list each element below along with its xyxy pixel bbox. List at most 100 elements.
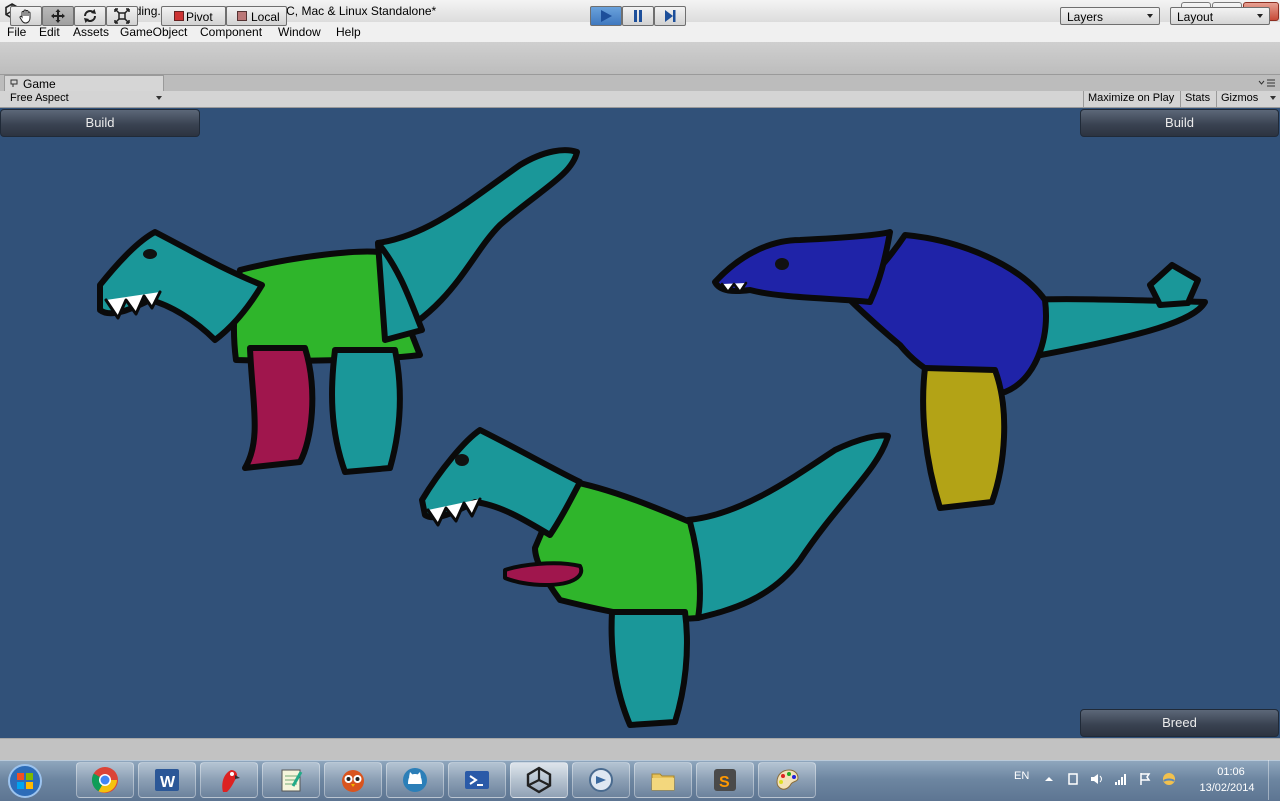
local-label: Local bbox=[251, 10, 280, 24]
weather-icon[interactable] bbox=[1162, 772, 1176, 786]
layers-dropdown[interactable]: Layers bbox=[1060, 7, 1160, 25]
pivot-label: Pivot bbox=[186, 10, 213, 24]
word-icon: W bbox=[155, 769, 179, 791]
menu-window[interactable]: Window bbox=[278, 25, 321, 39]
creature-leg-back bbox=[329, 347, 403, 475]
creature-bottom[interactable] bbox=[419, 427, 891, 728]
game-viewport[interactable]: Build Build Breed bbox=[0, 108, 1280, 738]
creature-eye bbox=[455, 454, 469, 466]
gizmos-dropdown[interactable]: Gizmos bbox=[1216, 91, 1279, 107]
menu-edit[interactable]: Edit bbox=[39, 25, 60, 39]
taskbar-paint[interactable] bbox=[758, 762, 816, 798]
taskbar-sublime[interactable]: S bbox=[696, 762, 754, 798]
build-left-label: Build bbox=[85, 115, 115, 130]
creature-leg bbox=[920, 365, 1008, 511]
layers-label: Layers bbox=[1067, 10, 1104, 24]
chevron-down-icon bbox=[1147, 14, 1153, 18]
pivot-toggle[interactable]: Pivot bbox=[161, 6, 226, 26]
owl-icon bbox=[342, 770, 364, 792]
language-indicator[interactable]: EN bbox=[1014, 770, 1029, 782]
stats-toggle[interactable]: Stats bbox=[1180, 91, 1217, 107]
maximize-on-play-toggle[interactable]: Maximize on Play bbox=[1083, 91, 1181, 107]
pause-icon bbox=[634, 10, 642, 22]
taskbar-powershell[interactable] bbox=[448, 762, 506, 798]
volume-icon[interactable] bbox=[1090, 772, 1104, 786]
step-icon bbox=[665, 10, 676, 22]
scale-tool-button[interactable] bbox=[106, 6, 138, 26]
show-desktop-button[interactable] bbox=[1268, 760, 1280, 800]
rotate-tool-button[interactable] bbox=[74, 6, 106, 26]
action-center-flag-icon[interactable] bbox=[1138, 772, 1152, 786]
menu-gameobject[interactable]: GameObject bbox=[120, 25, 187, 39]
menu-help[interactable]: Help bbox=[336, 25, 361, 39]
build-left-button[interactable]: Build bbox=[0, 109, 200, 137]
taskbar-parrot[interactable] bbox=[200, 762, 258, 798]
creature-head bbox=[419, 427, 583, 538]
step-button[interactable] bbox=[654, 6, 686, 26]
stats-label: Stats bbox=[1185, 92, 1211, 104]
layout-dropdown[interactable]: Layout bbox=[1170, 7, 1270, 25]
creature-leg bbox=[608, 609, 690, 728]
move-tool-icon bbox=[51, 9, 65, 23]
chrome-icon bbox=[91, 767, 118, 793]
pause-button[interactable] bbox=[622, 6, 654, 26]
sublime-icon: S bbox=[714, 769, 736, 791]
taskbar-notepad[interactable] bbox=[262, 762, 320, 798]
paint-icon bbox=[776, 769, 799, 790]
breed-button[interactable]: Breed bbox=[1080, 709, 1279, 737]
menu-assets[interactable]: Assets bbox=[73, 25, 109, 39]
usb-device-icon[interactable] bbox=[1066, 772, 1080, 786]
creature-top-left[interactable] bbox=[97, 147, 580, 475]
cat-icon bbox=[403, 768, 427, 792]
menu-component[interactable]: Component bbox=[200, 25, 262, 39]
creature-leg-front bbox=[242, 345, 316, 471]
game-tab-icon bbox=[10, 79, 18, 87]
scale-tool-icon bbox=[114, 8, 130, 24]
network-icon[interactable] bbox=[1114, 772, 1128, 786]
creature-tail-tip bbox=[1147, 262, 1201, 308]
hand-tool-icon bbox=[19, 9, 31, 24]
creature-eye bbox=[775, 258, 789, 270]
taskbar-cat[interactable] bbox=[386, 762, 444, 798]
taskbar-owl[interactable] bbox=[324, 762, 382, 798]
creature-right[interactable] bbox=[712, 229, 1208, 511]
play-button[interactable] bbox=[590, 6, 622, 26]
layout-label: Layout bbox=[1177, 10, 1214, 24]
local-toggle[interactable]: Local bbox=[226, 6, 287, 26]
aspect-dropdown[interactable]: Free Aspect bbox=[4, 91, 166, 107]
local-cube-icon bbox=[237, 11, 247, 21]
show-hidden-icons-icon[interactable] bbox=[1042, 772, 1056, 786]
unity-icon bbox=[526, 766, 552, 794]
clock-date[interactable]: 13/02/2014 bbox=[1196, 782, 1258, 794]
play-icon bbox=[601, 10, 612, 22]
parrot-icon bbox=[222, 770, 240, 792]
taskbar-unity[interactable] bbox=[510, 762, 568, 798]
chevron-down-icon bbox=[156, 96, 162, 100]
game-tab-label: Game bbox=[23, 77, 56, 91]
taskbar-word[interactable]: W bbox=[138, 762, 196, 798]
move-tool-button[interactable] bbox=[42, 6, 74, 26]
clock-time[interactable]: 01:06 bbox=[1208, 766, 1254, 778]
tab-game[interactable]: Game bbox=[4, 75, 164, 91]
game-scene bbox=[97, 147, 1208, 728]
rotate-tool-icon bbox=[84, 9, 96, 23]
creature-arm bbox=[503, 561, 584, 587]
breed-label: Breed bbox=[1162, 715, 1197, 730]
svg-text:S: S bbox=[719, 774, 730, 791]
aspect-label: Free Aspect bbox=[10, 92, 69, 104]
taskbar-remote-desktop[interactable] bbox=[572, 762, 630, 798]
notepad-icon bbox=[281, 769, 303, 792]
explorer-icon bbox=[651, 773, 675, 791]
build-right-button[interactable]: Build bbox=[1080, 109, 1279, 137]
panel-tab-strip bbox=[0, 75, 1280, 91]
powershell-icon bbox=[465, 771, 489, 789]
menu-file[interactable]: File bbox=[7, 25, 26, 39]
start-button[interactable] bbox=[6, 763, 44, 799]
taskbar-chrome[interactable] bbox=[76, 762, 134, 798]
panel-menu-icon[interactable] bbox=[1258, 78, 1276, 88]
creature-eye bbox=[143, 249, 157, 259]
hand-tool-button[interactable] bbox=[10, 6, 42, 26]
chevron-down-icon bbox=[1270, 96, 1276, 100]
taskbar-explorer[interactable] bbox=[634, 762, 692, 798]
status-bar bbox=[0, 738, 1280, 761]
